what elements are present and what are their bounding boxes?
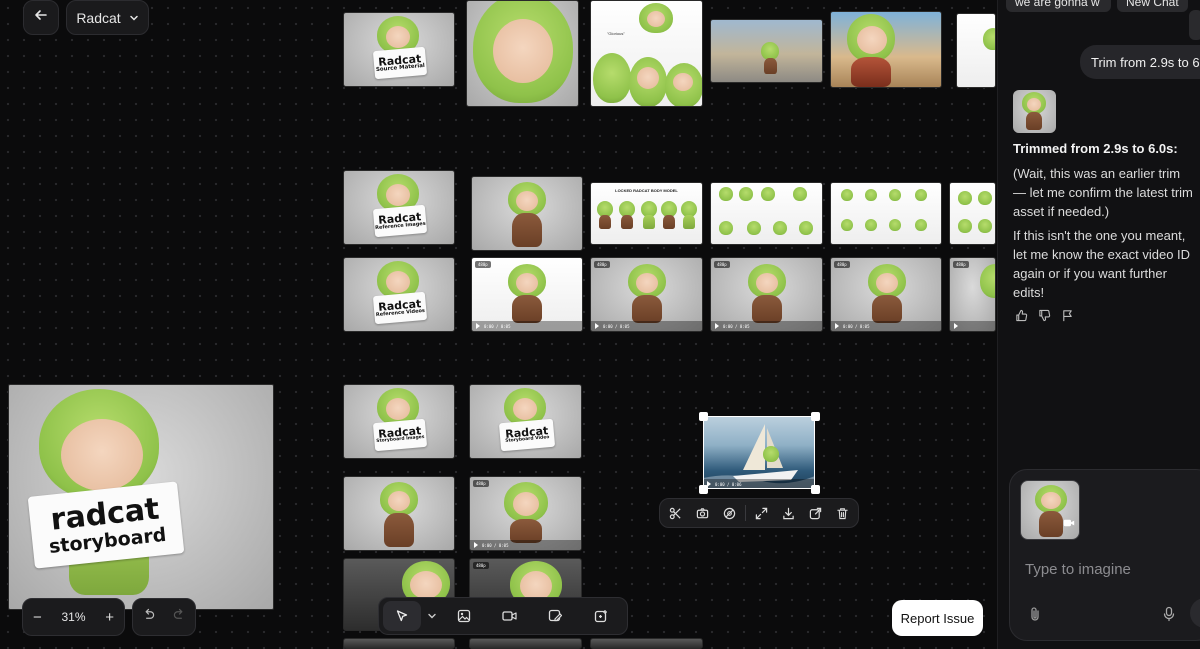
camera-icon[interactable] — [689, 499, 716, 527]
selection-outline — [703, 416, 815, 489]
source-material-card[interactable]: Radcat Source Material — [343, 12, 455, 87]
zoom-level[interactable]: 31% — [61, 610, 85, 624]
creation-toolbar — [378, 597, 628, 635]
assistant-title: Trimmed from 2.9s to 6.0s: — [1013, 141, 1178, 156]
storyboard-video-clip[interactable] — [590, 638, 703, 649]
play-icon[interactable] — [715, 323, 719, 329]
video-clip[interactable]: 480p — [949, 257, 996, 332]
video-clip[interactable]: 480p 0:00 / 0:05 — [590, 257, 703, 332]
share-icon[interactable] — [802, 499, 829, 527]
pointer-icon[interactable] — [383, 601, 422, 631]
storyboard-sign: radcat storyboard — [27, 481, 185, 569]
back-button[interactable] — [23, 0, 59, 35]
radcat-collage-image[interactable]: "Glorious" — [590, 0, 703, 107]
play-icon[interactable] — [595, 323, 599, 329]
video-controls[interactable]: 0:00 / 0:05 — [472, 321, 582, 331]
history-controls — [132, 598, 196, 636]
title-sign: Radcat Storyboard Video — [498, 418, 556, 452]
radcat-motorbike-image[interactable] — [830, 11, 942, 88]
edit-image-icon[interactable] — [534, 602, 578, 630]
arrow-left-icon — [34, 8, 48, 27]
remove-bg-icon[interactable] — [716, 499, 743, 527]
title-sign: Radcat Reference Images — [372, 204, 428, 238]
radcat-closeup-image[interactable] — [466, 0, 579, 107]
scroll-indicator[interactable] — [1189, 10, 1200, 40]
video-controls[interactable]: 0:00 / 0:05 — [591, 321, 702, 331]
asset-thumbnail[interactable] — [1013, 90, 1056, 133]
flag-icon[interactable] — [1061, 309, 1074, 327]
chevron-down-icon — [129, 10, 139, 26]
title-sign: Radcat Source Material — [372, 46, 428, 80]
chat-composer: Type to imagine — [1009, 469, 1200, 641]
chat-panel: we are gonna w New Chat Trim from 2.9s t… — [997, 0, 1200, 649]
trash-icon[interactable] — [829, 499, 856, 527]
video-controls[interactable]: 0:00 / 0:05 — [711, 321, 822, 331]
radcat-body-model-sheet[interactable]: LOCKED RADCAT BODY MODEL — [590, 182, 703, 245]
video-clip[interactable]: 480p 0:00 / 0:05 — [471, 257, 583, 332]
title-sign: Radcat Storyboard Images — [372, 418, 428, 452]
project-name: Radcat — [76, 9, 121, 26]
video-controls[interactable]: 0:00 / 0:05 — [831, 321, 941, 331]
video-clip[interactable]: 480p 0:00 / 0:05 — [830, 257, 942, 332]
chevron-down-icon[interactable] — [423, 602, 440, 630]
selection-toolbar — [659, 498, 859, 528]
chat-tab[interactable]: we are gonna w — [1006, 0, 1111, 12]
download-icon[interactable] — [775, 499, 802, 527]
radcat-street-image[interactable] — [710, 19, 823, 83]
microphone-icon[interactable] — [1162, 606, 1176, 627]
thumbs-up-icon[interactable] — [1015, 309, 1028, 327]
storyboard-image[interactable] — [343, 638, 455, 649]
video-icon — [1063, 515, 1075, 533]
radcat-pose-sheet-b[interactable] — [830, 182, 942, 245]
user-message: Trim from 2.9s to 6 — [1080, 45, 1200, 79]
play-icon[interactable] — [474, 542, 478, 548]
play-icon[interactable] — [954, 323, 958, 329]
resize-handle-ne[interactable] — [811, 412, 820, 421]
video-icon[interactable] — [488, 602, 532, 630]
radcat-partial-image[interactable] — [956, 13, 996, 88]
radcat-pose-sheet-a[interactable] — [710, 182, 823, 245]
storyboard-video-clip[interactable] — [469, 638, 582, 649]
video-controls[interactable] — [950, 321, 995, 331]
play-icon[interactable] — [476, 323, 480, 329]
attached-video-thumbnail[interactable] — [1020, 480, 1080, 540]
assistant-paragraph: (Wait, this was an earlier trim — let me… — [1013, 166, 1193, 219]
video-clip[interactable]: 480p 0:00 / 0:05 — [710, 257, 823, 332]
new-chat-button[interactable]: New Chat — [1117, 0, 1188, 12]
image-icon[interactable] — [442, 602, 486, 630]
paperclip-icon[interactable] — [1028, 606, 1042, 627]
storyboard-video-card[interactable]: Radcat Storyboard Video — [469, 384, 582, 459]
assistant-paragraph: If this isn't the one you meant, let me … — [1013, 228, 1191, 300]
expand-icon[interactable] — [748, 499, 775, 527]
send-button[interactable] — [1190, 598, 1200, 628]
zoom-out-button[interactable]: − — [33, 609, 42, 626]
magic-add-icon[interactable] — [579, 602, 623, 630]
storyboard-cover-image[interactable]: radcat storyboard — [8, 384, 274, 610]
project-selector[interactable]: Radcat — [66, 0, 149, 35]
thumbs-down-icon[interactable] — [1038, 309, 1051, 327]
reference-videos-card[interactable]: Radcat Reference Videos — [343, 257, 455, 332]
radcat-standing-image[interactable] — [471, 176, 583, 251]
scissors-icon[interactable] — [662, 499, 689, 527]
undo-icon[interactable] — [142, 608, 155, 626]
title-sign: Radcat Reference Videos — [372, 291, 428, 325]
storyboard-video-clip[interactable]: 480p 0:00 / 0:05 — [469, 476, 582, 551]
toolbar-divider — [745, 505, 746, 521]
zoom-controls: − 31% + — [22, 598, 125, 636]
reference-images-card[interactable]: Radcat Reference Images — [343, 170, 455, 245]
storyboard-image[interactable] — [343, 476, 455, 551]
storyboard-images-card[interactable]: Radcat Storyboard Images — [343, 384, 455, 459]
resize-handle-sw[interactable] — [699, 485, 708, 494]
feedback-row — [1015, 309, 1074, 327]
play-icon[interactable] — [835, 323, 839, 329]
redo-icon[interactable] — [173, 608, 186, 626]
radcat-pose-sheet-c[interactable] — [949, 182, 996, 245]
zoom-in-button[interactable]: + — [105, 609, 114, 626]
video-controls[interactable]: 0:00 / 0:05 — [470, 540, 581, 550]
composer-input[interactable]: Type to imagine — [1025, 561, 1131, 578]
resize-handle-se[interactable] — [811, 485, 820, 494]
resize-handle-nw[interactable] — [699, 412, 708, 421]
report-issue-button[interactable]: Report Issue — [892, 600, 983, 636]
